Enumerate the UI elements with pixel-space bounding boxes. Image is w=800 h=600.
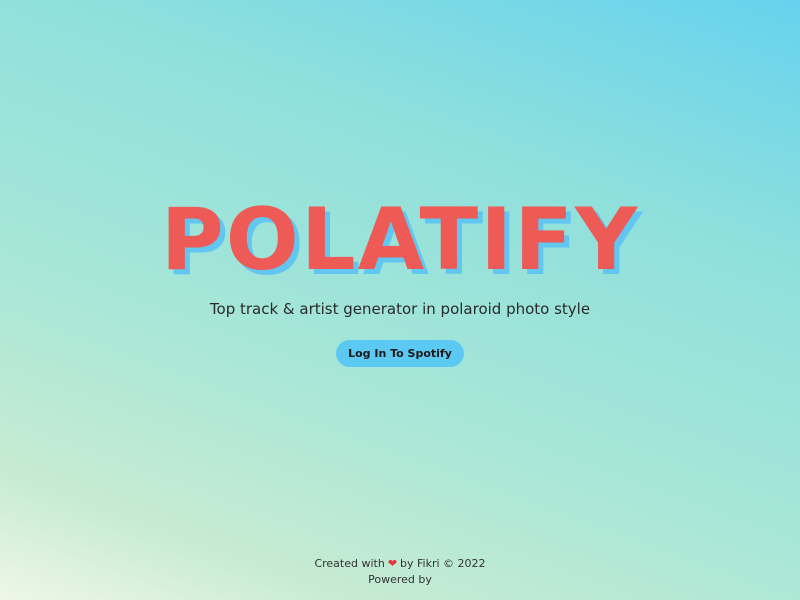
- login-spotify-button[interactable]: Log In To Spotify: [336, 340, 464, 367]
- footer-created-prefix: Created with: [314, 557, 385, 570]
- footer: Created with ❤ by Fikri © 2022 Powered by: [0, 556, 800, 588]
- footer-powered-by: Powered by: [368, 573, 432, 586]
- tagline: Top track & artist generator in polaroid…: [209, 300, 591, 318]
- app-logo: POLATIFY: [160, 190, 640, 290]
- footer-credits: Created with ❤ by Fikri © 2022: [0, 556, 800, 572]
- hero-section: POLATIFY Top track & artist generator in…: [0, 190, 800, 367]
- heart-icon: ❤: [387, 557, 398, 570]
- footer-created-suffix: by Fikri © 2022: [400, 557, 486, 570]
